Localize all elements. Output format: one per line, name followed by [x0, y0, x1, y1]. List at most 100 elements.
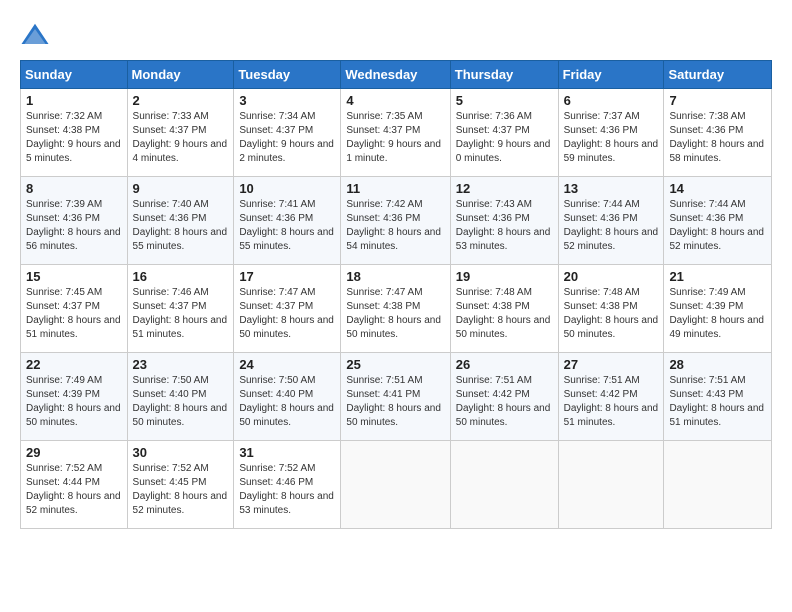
calendar-cell: 11 Sunrise: 7:42 AMSunset: 4:36 PMDaylig…: [341, 177, 450, 265]
day-number: 12: [456, 181, 553, 196]
weekday-header-tuesday: Tuesday: [234, 61, 341, 89]
calendar-cell: 27 Sunrise: 7:51 AMSunset: 4:42 PMDaylig…: [558, 353, 664, 441]
calendar-cell: 25 Sunrise: 7:51 AMSunset: 4:41 PMDaylig…: [341, 353, 450, 441]
day-info: Sunrise: 7:39 AMSunset: 4:36 PMDaylight:…: [26, 199, 121, 252]
calendar-cell: 9 Sunrise: 7:40 AMSunset: 4:36 PMDayligh…: [127, 177, 234, 265]
day-info: Sunrise: 7:36 AMSunset: 4:37 PMDaylight:…: [456, 111, 551, 164]
calendar-cell: 2 Sunrise: 7:33 AMSunset: 4:37 PMDayligh…: [127, 89, 234, 177]
calendar-cell: 12 Sunrise: 7:43 AMSunset: 4:36 PMDaylig…: [450, 177, 558, 265]
logo-icon: [20, 20, 50, 50]
calendar-cell: 1 Sunrise: 7:32 AMSunset: 4:38 PMDayligh…: [21, 89, 128, 177]
day-number: 17: [239, 269, 335, 284]
calendar-cell: 10 Sunrise: 7:41 AMSunset: 4:36 PMDaylig…: [234, 177, 341, 265]
day-info: Sunrise: 7:37 AMSunset: 4:36 PMDaylight:…: [564, 111, 659, 164]
day-number: 10: [239, 181, 335, 196]
weekday-header-row: SundayMondayTuesdayWednesdayThursdayFrid…: [21, 61, 772, 89]
calendar-table: SundayMondayTuesdayWednesdayThursdayFrid…: [20, 60, 772, 529]
day-number: 14: [669, 181, 766, 196]
day-number: 20: [564, 269, 659, 284]
day-info: Sunrise: 7:43 AMSunset: 4:36 PMDaylight:…: [456, 199, 551, 252]
calendar-cell: 7 Sunrise: 7:38 AMSunset: 4:36 PMDayligh…: [664, 89, 772, 177]
day-number: 1: [26, 93, 122, 108]
week-row-2: 8 Sunrise: 7:39 AMSunset: 4:36 PMDayligh…: [21, 177, 772, 265]
weekday-header-friday: Friday: [558, 61, 664, 89]
day-info: Sunrise: 7:44 AMSunset: 4:36 PMDaylight:…: [564, 199, 659, 252]
day-number: 29: [26, 445, 122, 460]
day-number: 31: [239, 445, 335, 460]
calendar-cell: 21 Sunrise: 7:49 AMSunset: 4:39 PMDaylig…: [664, 265, 772, 353]
day-number: 27: [564, 357, 659, 372]
calendar-cell: 28 Sunrise: 7:51 AMSunset: 4:43 PMDaylig…: [664, 353, 772, 441]
day-number: 28: [669, 357, 766, 372]
day-info: Sunrise: 7:41 AMSunset: 4:36 PMDaylight:…: [239, 199, 334, 252]
calendar-cell: 23 Sunrise: 7:50 AMSunset: 4:40 PMDaylig…: [127, 353, 234, 441]
day-number: 11: [346, 181, 444, 196]
week-row-1: 1 Sunrise: 7:32 AMSunset: 4:38 PMDayligh…: [21, 89, 772, 177]
day-info: Sunrise: 7:34 AMSunset: 4:37 PMDaylight:…: [239, 111, 334, 164]
day-number: 23: [133, 357, 229, 372]
day-number: 6: [564, 93, 659, 108]
calendar-cell: 14 Sunrise: 7:44 AMSunset: 4:36 PMDaylig…: [664, 177, 772, 265]
calendar-cell: 15 Sunrise: 7:45 AMSunset: 4:37 PMDaylig…: [21, 265, 128, 353]
day-info: Sunrise: 7:51 AMSunset: 4:41 PMDaylight:…: [346, 375, 441, 428]
day-info: Sunrise: 7:32 AMSunset: 4:38 PMDaylight:…: [26, 111, 121, 164]
day-number: 18: [346, 269, 444, 284]
calendar-cell: [450, 441, 558, 529]
day-info: Sunrise: 7:50 AMSunset: 4:40 PMDaylight:…: [133, 375, 228, 428]
day-number: 2: [133, 93, 229, 108]
day-number: 22: [26, 357, 122, 372]
calendar-cell: 17 Sunrise: 7:47 AMSunset: 4:37 PMDaylig…: [234, 265, 341, 353]
week-row-5: 29 Sunrise: 7:52 AMSunset: 4:44 PMDaylig…: [21, 441, 772, 529]
calendar-cell: 8 Sunrise: 7:39 AMSunset: 4:36 PMDayligh…: [21, 177, 128, 265]
weekday-header-sunday: Sunday: [21, 61, 128, 89]
day-number: 21: [669, 269, 766, 284]
day-number: 30: [133, 445, 229, 460]
weekday-header-wednesday: Wednesday: [341, 61, 450, 89]
day-info: Sunrise: 7:49 AMSunset: 4:39 PMDaylight:…: [669, 287, 764, 340]
calendar-cell: 4 Sunrise: 7:35 AMSunset: 4:37 PMDayligh…: [341, 89, 450, 177]
calendar-cell: 13 Sunrise: 7:44 AMSunset: 4:36 PMDaylig…: [558, 177, 664, 265]
day-number: 9: [133, 181, 229, 196]
day-number: 5: [456, 93, 553, 108]
weekday-header-monday: Monday: [127, 61, 234, 89]
day-number: 7: [669, 93, 766, 108]
day-info: Sunrise: 7:42 AMSunset: 4:36 PMDaylight:…: [346, 199, 441, 252]
day-info: Sunrise: 7:38 AMSunset: 4:36 PMDaylight:…: [669, 111, 764, 164]
calendar-cell: 26 Sunrise: 7:51 AMSunset: 4:42 PMDaylig…: [450, 353, 558, 441]
calendar-cell: 19 Sunrise: 7:48 AMSunset: 4:38 PMDaylig…: [450, 265, 558, 353]
calendar-cell: 29 Sunrise: 7:52 AMSunset: 4:44 PMDaylig…: [21, 441, 128, 529]
weekday-header-saturday: Saturday: [664, 61, 772, 89]
day-number: 26: [456, 357, 553, 372]
day-info: Sunrise: 7:45 AMSunset: 4:37 PMDaylight:…: [26, 287, 121, 340]
day-number: 19: [456, 269, 553, 284]
day-number: 8: [26, 181, 122, 196]
calendar-cell: [341, 441, 450, 529]
day-info: Sunrise: 7:51 AMSunset: 4:42 PMDaylight:…: [456, 375, 551, 428]
calendar-cell: 31 Sunrise: 7:52 AMSunset: 4:46 PMDaylig…: [234, 441, 341, 529]
day-info: Sunrise: 7:52 AMSunset: 4:44 PMDaylight:…: [26, 463, 121, 516]
day-number: 24: [239, 357, 335, 372]
day-number: 15: [26, 269, 122, 284]
day-info: Sunrise: 7:35 AMSunset: 4:37 PMDaylight:…: [346, 111, 441, 164]
calendar-cell: 16 Sunrise: 7:46 AMSunset: 4:37 PMDaylig…: [127, 265, 234, 353]
calendar-body: 1 Sunrise: 7:32 AMSunset: 4:38 PMDayligh…: [21, 89, 772, 529]
day-info: Sunrise: 7:44 AMSunset: 4:36 PMDaylight:…: [669, 199, 764, 252]
week-row-3: 15 Sunrise: 7:45 AMSunset: 4:37 PMDaylig…: [21, 265, 772, 353]
week-row-4: 22 Sunrise: 7:49 AMSunset: 4:39 PMDaylig…: [21, 353, 772, 441]
calendar-cell: 5 Sunrise: 7:36 AMSunset: 4:37 PMDayligh…: [450, 89, 558, 177]
day-info: Sunrise: 7:46 AMSunset: 4:37 PMDaylight:…: [133, 287, 228, 340]
logo: [20, 20, 54, 50]
calendar-cell: [664, 441, 772, 529]
day-info: Sunrise: 7:48 AMSunset: 4:38 PMDaylight:…: [456, 287, 551, 340]
calendar-cell: 20 Sunrise: 7:48 AMSunset: 4:38 PMDaylig…: [558, 265, 664, 353]
day-number: 3: [239, 93, 335, 108]
day-info: Sunrise: 7:47 AMSunset: 4:38 PMDaylight:…: [346, 287, 441, 340]
header: [20, 20, 772, 50]
day-info: Sunrise: 7:49 AMSunset: 4:39 PMDaylight:…: [26, 375, 121, 428]
day-info: Sunrise: 7:51 AMSunset: 4:42 PMDaylight:…: [564, 375, 659, 428]
calendar-cell: 3 Sunrise: 7:34 AMSunset: 4:37 PMDayligh…: [234, 89, 341, 177]
day-info: Sunrise: 7:40 AMSunset: 4:36 PMDaylight:…: [133, 199, 228, 252]
day-number: 13: [564, 181, 659, 196]
calendar-cell: 6 Sunrise: 7:37 AMSunset: 4:36 PMDayligh…: [558, 89, 664, 177]
calendar-cell: 30 Sunrise: 7:52 AMSunset: 4:45 PMDaylig…: [127, 441, 234, 529]
